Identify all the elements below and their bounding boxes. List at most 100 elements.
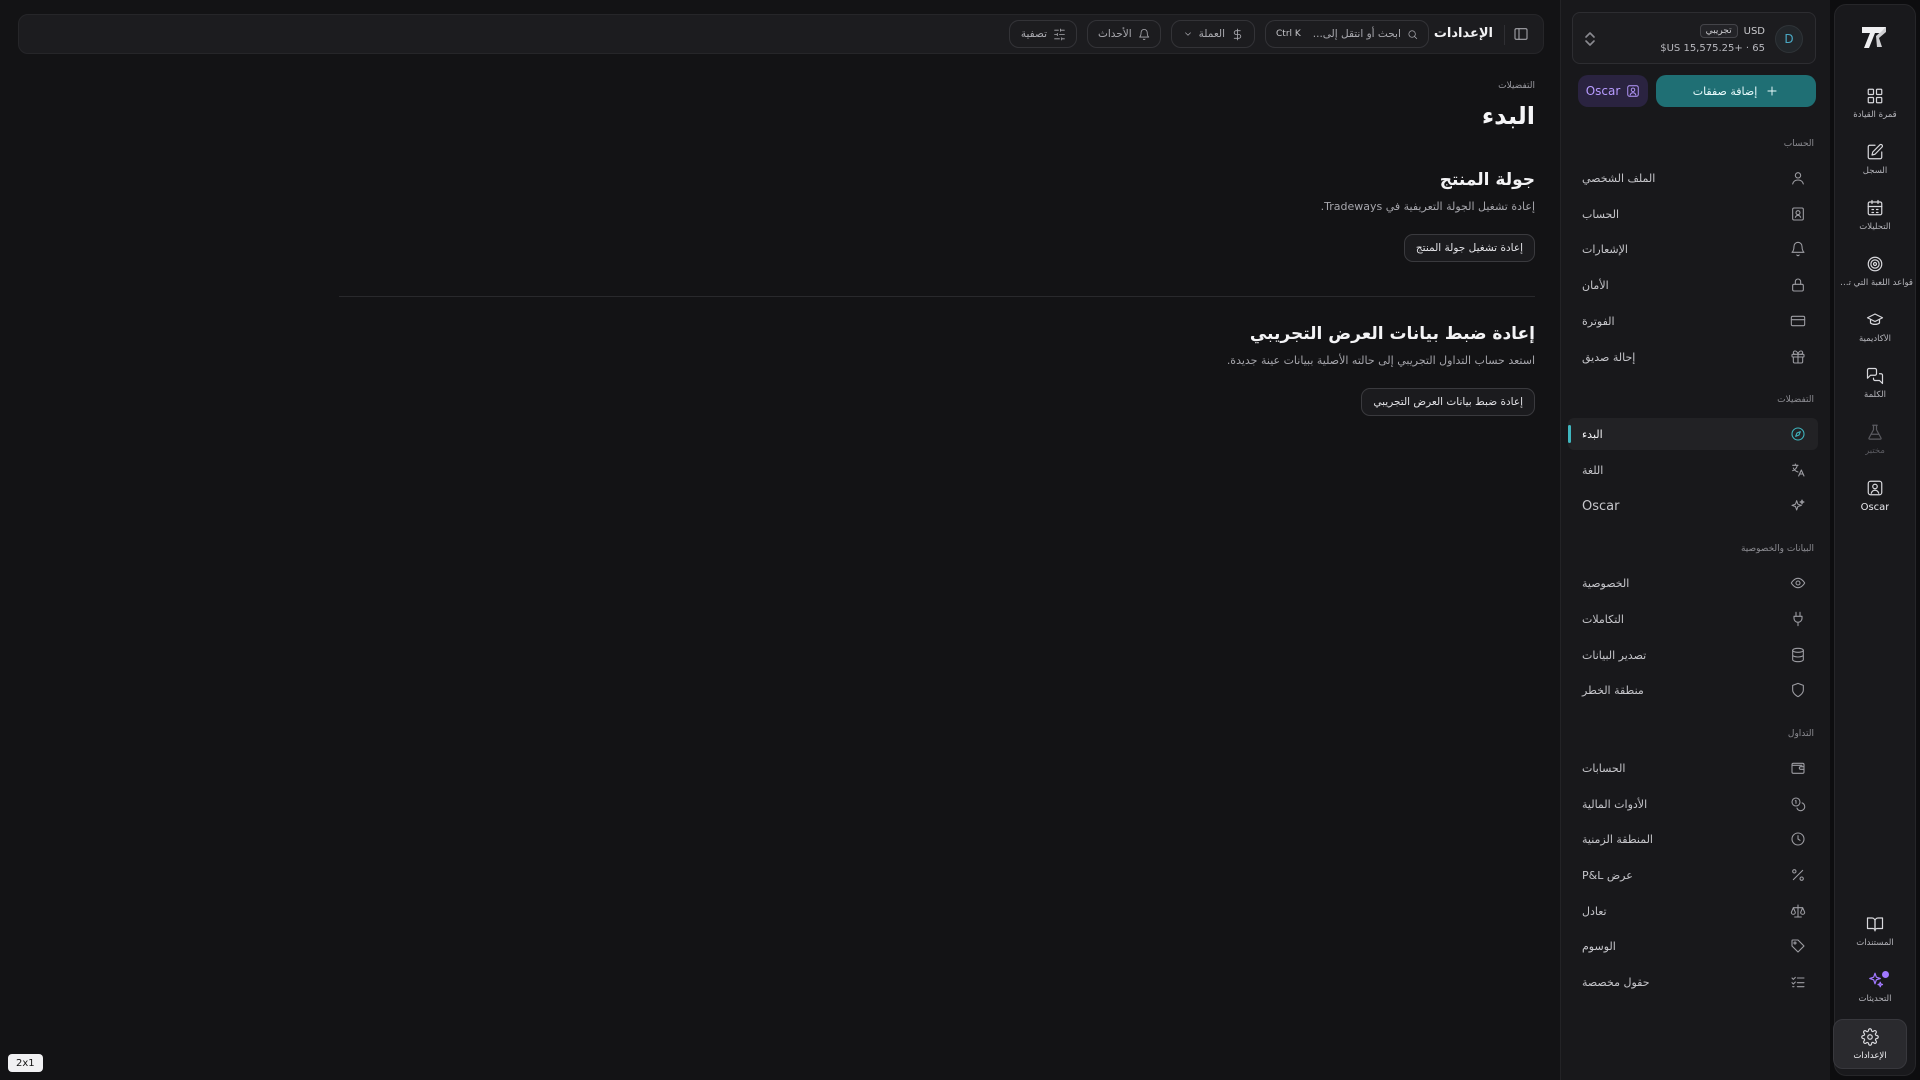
reset-demo-button[interactable]: إعادة ضبط بيانات العرض التجريبي [1361,388,1535,416]
sidebar-item-label: تعادل [1582,904,1607,918]
rail-item-playbook[interactable]: قواعد اللعبة التي تما... [1835,255,1915,307]
sidebar-item-profile[interactable]: الملف الشخصي [1568,162,1818,194]
add-trades-label: إضافة صفقات [1692,84,1758,98]
icon-rail: قمرة القيادة السجل التحليلات قواعد اللعب… [1830,0,1920,1080]
sidebar-item-billing[interactable]: الفوترة [1568,305,1818,337]
sidebar-toggle-icon[interactable] [1513,26,1529,42]
filter-label: تصفية [1020,28,1047,40]
search-shortcut: Ctrl K [1276,29,1301,39]
top-bar: الإعدادات ابحث أو انتقل إلى... Ctrl K ال… [18,14,1544,54]
rail-item-lab[interactable]: مختبر [1835,423,1915,475]
settings-sidebar: D USD تجريبي $US 15,575.25+ · 65 إضافة ص… [1560,0,1830,1080]
sidebar-item-account[interactable]: الحساب [1568,198,1818,230]
sidebar-item-label: الأدوات المالية [1582,797,1648,811]
scale-icon [1790,904,1806,918]
sidebar-item-label: تصدير البيانات [1582,648,1647,662]
sidebar-item-danger-zone[interactable]: منطقة الخطر [1568,674,1818,706]
rail-label: Oscar [1860,502,1890,513]
oscar-label: Oscar [1585,84,1621,98]
oscar-button[interactable]: Oscar [1578,75,1648,107]
sidebar-item-label: الفوترة [1582,314,1615,328]
notification-dot [1882,971,1889,978]
compass-icon [1791,427,1805,441]
sidebar-item-label: الوسوم [1582,939,1616,953]
plus-icon [1767,86,1777,96]
rail-label: الإعدادات [1853,1051,1887,1061]
sidebar-item-oscar[interactable]: Oscar [1568,490,1818,522]
sidebar-item-label: الملف الشخصي [1582,171,1656,185]
sidebar-item-privacy[interactable]: الخصوصية [1568,567,1818,599]
database-icon [1792,647,1804,663]
sidebar-item-timezone[interactable]: المنطقة الزمنية [1568,823,1818,855]
user-icon [1792,172,1804,185]
sidebar-item-integrations[interactable]: التكاملات [1568,603,1818,635]
sidebar-item-notifications[interactable]: الإشعارات [1568,233,1818,265]
rail-item-oscar[interactable]: Oscar [1835,479,1915,531]
rail-item-analytics[interactable]: التحليلات [1835,199,1915,251]
sidebar-item-label: البدء [1582,427,1603,441]
gift-icon [1791,350,1805,364]
product-tour-description: إعادة تشغيل الجولة التعريفية في Tradeway… [1320,200,1535,213]
search-placeholder: ابحث أو انتقل إلى... [1312,28,1401,40]
sidebar-item-export-data[interactable]: تصدير البيانات [1568,639,1818,671]
flask-icon [1868,424,1882,440]
currency-label: العملة [1198,28,1225,40]
chevron-down-icon [1184,32,1191,36]
search-input[interactable]: ابحث أو انتقل إلى... Ctrl K [1265,20,1429,48]
rail-item-chat[interactable]: الكلمة [1835,367,1915,419]
icon-rail-panel: قمرة القيادة السجل التحليلات قواعد اللعب… [1833,4,1916,1076]
sidebar-item-refer-friend[interactable]: إحالة صديق [1568,341,1818,373]
sidebar-item-tags[interactable]: الوسوم [1568,930,1818,962]
sidebar-item-label: Oscar [1582,498,1620,514]
calendar-icon [1867,199,1883,216]
sidebar-item-pnl-display[interactable]: عرض P&L [1568,859,1818,891]
events-label: الأحداث [1098,28,1132,40]
translate-icon [1792,463,1805,477]
rail-label: التحديثات [1858,994,1892,1004]
sidebar-item-breakeven[interactable]: تعادل [1568,895,1818,927]
product-tour-title: جولة المنتج [1439,170,1535,190]
sidebar-item-label: الحساب [1582,207,1620,221]
restart-tour-button[interactable]: إعادة تشغيل جولة المنتج [1403,234,1535,262]
reset-demo-description: استعد حساب التداول التجريبي إلى حالته ال… [1226,354,1535,367]
section-title-account: الحساب [1783,139,1814,149]
sidebar-item-label: الخصوصية [1582,576,1630,590]
rail-item-docs[interactable]: المستندات [1835,915,1915,967]
account-currency: USD [1743,25,1765,37]
rail-item-dashboard[interactable]: قمرة القيادة [1835,87,1915,139]
rail-item-academy[interactable]: الأكاديمية [1835,311,1915,363]
clock-icon [1791,832,1805,846]
add-trades-button[interactable]: إضافة صفقات [1656,75,1816,107]
bell-icon [1791,241,1805,257]
sidebar-item-custom-fields[interactable]: حقول مخصصة [1568,966,1818,998]
sidebar-item-security[interactable]: الأمان [1568,269,1818,301]
currency-dropdown[interactable]: العملة [1171,20,1255,48]
filter-button[interactable]: تصفية [1009,20,1077,48]
sidebar-item-label: إحالة صديق [1582,350,1636,364]
sidebar-item-language[interactable]: اللغة [1568,454,1818,486]
shield-icon [1792,682,1804,698]
sidebar-item-label: الأمان [1582,278,1609,292]
credit-card-icon [1790,315,1806,327]
rail-item-settings[interactable]: الإعدادات [1833,1019,1907,1069]
sidebar-item-instruments[interactable]: الأدوات المالية [1568,788,1818,820]
dollar-icon [1233,28,1242,40]
sparkles-icon [1791,499,1805,511]
dashboard-icon [1867,88,1883,104]
account-switcher[interactable]: D USD تجريبي $US 15,575.25+ · 65 [1572,12,1816,64]
percent-icon [1792,869,1804,881]
sidebar-item-accounts[interactable]: الحسابات [1568,752,1818,784]
rail-item-journal[interactable]: السجل [1835,143,1915,195]
sidebar-item-label: عرض P&L [1582,868,1633,882]
sidebar-item-getting-started[interactable]: البدء [1568,418,1818,450]
sidebar-item-label: الإشعارات [1582,242,1628,256]
events-button[interactable]: الأحداث [1087,20,1161,48]
rail-label: قمرة القيادة [1853,110,1897,120]
book-icon [1866,917,1884,932]
tradeways-logo-icon[interactable] [1858,21,1890,53]
eye-icon [1790,577,1806,589]
rail-item-updates[interactable]: التحديثات [1835,971,1915,1023]
rail-label: الكلمة [1864,390,1886,400]
reset-demo-title: إعادة ضبط بيانات العرض التجريبي [1249,324,1535,344]
tag-icon [1791,939,1805,953]
